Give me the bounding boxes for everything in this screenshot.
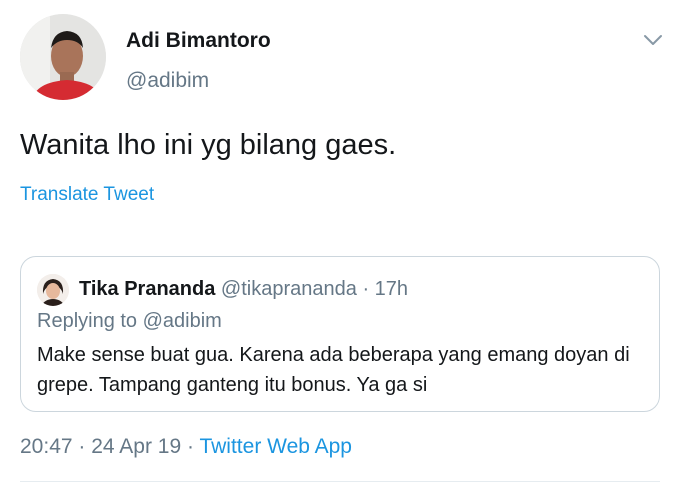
quoted-avatar-image bbox=[37, 274, 69, 306]
meta-separator-1: · bbox=[78, 435, 86, 458]
quoted-author-avatar[interactable] bbox=[37, 274, 69, 306]
quoted-author-handle[interactable]: @tikaprananda bbox=[221, 278, 357, 300]
tweet-meta: 20:47 · 24 Apr 19 · Twitter Web App bbox=[20, 434, 352, 460]
replying-to-handle[interactable]: @adibim bbox=[143, 310, 222, 332]
divider bbox=[20, 481, 660, 482]
tweet-header: Adi Bimantoro @adibim bbox=[20, 14, 665, 102]
author-avatar[interactable] bbox=[20, 14, 106, 100]
tweet-text: Wanita lho ini yg bilang gaes. bbox=[20, 129, 397, 161]
tweet-date[interactable]: 24 Apr 19 bbox=[91, 435, 181, 458]
quoted-separator: · bbox=[362, 278, 370, 300]
translate-tweet-link[interactable]: Translate Tweet bbox=[20, 183, 154, 207]
quoted-tweet-text: Make sense buat gua. Karena ada beberapa… bbox=[37, 344, 630, 396]
chevron-down-icon[interactable] bbox=[641, 28, 665, 52]
quoted-tweet-time[interactable]: 17h bbox=[375, 278, 408, 300]
tweet-source-link[interactable]: Twitter Web App bbox=[199, 435, 352, 458]
replying-to-label: Replying to bbox=[37, 310, 138, 332]
author-avatar-image bbox=[20, 14, 106, 100]
author-display-name[interactable]: Adi Bimantoro bbox=[126, 28, 271, 54]
author-handle[interactable]: @adibim bbox=[126, 68, 271, 94]
tweet-time[interactable]: 20:47 bbox=[20, 435, 73, 458]
quoted-tweet[interactable]: Tika Prananda @tikaprananda · 17h Replyi… bbox=[20, 256, 660, 412]
author-info: Adi Bimantoro @adibim bbox=[126, 28, 271, 94]
replying-to-line: Replying to @adibim bbox=[37, 308, 222, 334]
quoted-author-display-name[interactable]: Tika Prananda bbox=[79, 278, 215, 300]
quoted-tweet-header: Tika Prananda @tikaprananda · 17h bbox=[79, 276, 408, 302]
meta-separator-2: · bbox=[187, 435, 194, 458]
